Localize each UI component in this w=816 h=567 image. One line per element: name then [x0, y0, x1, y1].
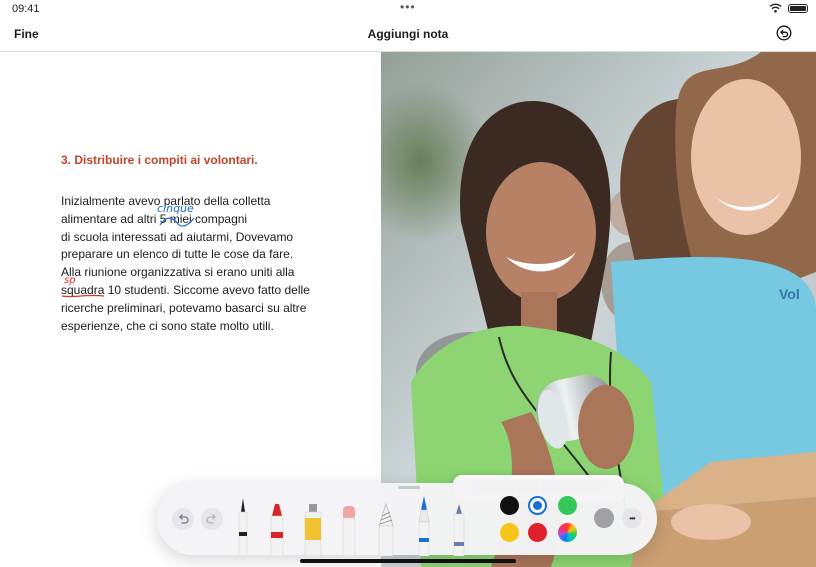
more-options-button[interactable]: •••: [622, 508, 642, 528]
highlighter-icon[interactable]: [302, 502, 324, 556]
revert-icon[interactable]: [776, 25, 792, 41]
color-swatch-blue[interactable]: [528, 496, 547, 515]
system-indicators: [769, 3, 808, 13]
pen-icon[interactable]: [236, 494, 250, 556]
navigation-bar: Fine Aggiungi nota: [0, 18, 816, 52]
status-bar: 09:41 •••: [0, 0, 816, 18]
fountain-pen-icon[interactable]: [451, 502, 467, 556]
battery-icon: [788, 3, 808, 13]
underline-annotation: [61, 294, 105, 298]
paragraph-line: esperienze, che ci sono state molto util…: [61, 318, 274, 333]
paragraph-line: ricerche preliminari, potevamo basarci s…: [61, 300, 307, 315]
color-swatch-red[interactable]: [528, 523, 547, 542]
redo-button[interactable]: [201, 508, 223, 530]
marker-icon[interactable]: [268, 502, 286, 556]
undo-button[interactable]: [172, 508, 194, 530]
handwritten-annotation-sp: sp: [64, 275, 76, 286]
ruler-tool-button[interactable]: [594, 508, 614, 528]
document-paragraph[interactable]: Inizialmente avevo parlato della collett…: [61, 193, 361, 335]
strike-through-annotation: [159, 217, 195, 227]
paragraph-line: di scuola interessati ad aiutarmi, Dovev…: [61, 229, 294, 244]
lasso-icon[interactable]: [376, 502, 396, 556]
color-swatch-yellow[interactable]: [500, 523, 519, 542]
markup-toolbar: [157, 483, 657, 555]
home-indicator[interactable]: [300, 559, 516, 563]
redo-icon: [206, 514, 216, 524]
section-heading: 3. Distribuire i compiti ai volontari.: [61, 153, 258, 167]
paragraph-line: Alla riunione organizzativa si erano uni…: [61, 265, 295, 280]
toolbar-grabber[interactable]: [398, 486, 420, 489]
handwritten-annotation-cinque: cinque: [157, 202, 194, 215]
paragraph-line: Inizialmente avevo parlato della collett…: [61, 194, 271, 208]
wifi-icon: [769, 3, 782, 13]
color-swatch-black[interactable]: [500, 496, 519, 515]
more-icon: •••: [629, 514, 635, 523]
color-picker-wheel[interactable]: [558, 523, 577, 542]
eraser-icon[interactable]: [340, 502, 358, 556]
color-swatch-green[interactable]: [558, 496, 577, 515]
paragraph-line: alimentare ad altri 5 miei compagni: [61, 211, 248, 226]
paragraph-line: preparare un elenco di tutte le cose da …: [61, 247, 294, 262]
page-title: Aggiungi nota: [367, 27, 449, 41]
status-time: 09:41: [12, 3, 40, 15]
pencil-icon[interactable]: [416, 494, 432, 556]
undo-icon: [179, 514, 189, 524]
multitasking-dots[interactable]: •••: [400, 0, 416, 14]
